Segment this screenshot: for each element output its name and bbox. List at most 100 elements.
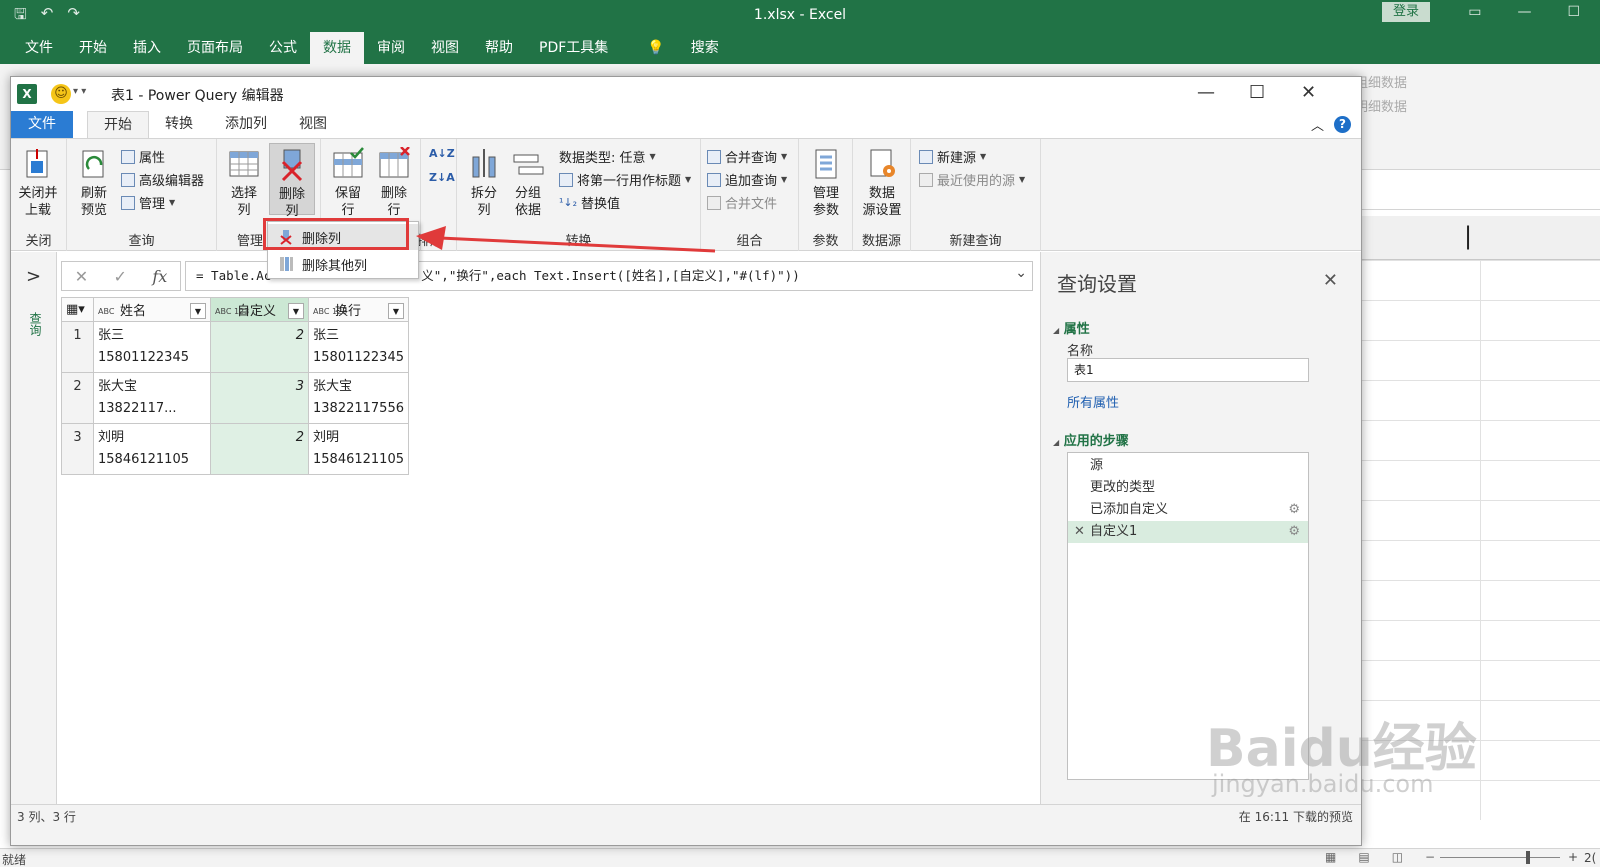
list-item[interactable]: ✕ 自定义1 ⚙ xyxy=(1068,521,1308,543)
all-properties-link[interactable]: 所有属性 xyxy=(1067,392,1119,411)
choose-columns-button[interactable]: 选择 列 xyxy=(221,147,267,219)
close-settings-icon[interactable]: ✕ xyxy=(1323,270,1338,291)
remove-columns-button[interactable]: 删除 列 xyxy=(269,143,315,219)
refresh-preview-button[interactable]: 刷新 预览 xyxy=(71,147,117,219)
normal-view-icon[interactable]: ▦ xyxy=(1325,850,1336,864)
sort-descending-icon[interactable]: Z↓A xyxy=(429,171,455,184)
help-icon[interactable]: ? xyxy=(1334,116,1351,133)
zoom-out-icon[interactable]: − xyxy=(1425,850,1435,864)
restore-icon[interactable]: ☐ xyxy=(1567,4,1580,20)
status-ready: 就绪 xyxy=(2,853,27,867)
tab-file[interactable]: 文件 xyxy=(11,111,73,139)
pq-minimize-icon[interactable]: — xyxy=(1197,82,1215,103)
page-break-icon[interactable]: ◫ xyxy=(1392,850,1403,864)
column-header[interactable]: ABC 姓名 ▼ xyxy=(93,297,211,322)
table-row[interactable]: 2 张大宝13822117... 3 张大宝 13822117556 xyxy=(61,372,409,424)
manage-query-button[interactable]: 管理 ▼ xyxy=(121,193,175,212)
pq-close-icon[interactable]: ✕ xyxy=(1301,82,1316,103)
use-first-row-headers-button[interactable]: 将第一行用作标题 ▼ xyxy=(559,170,691,189)
group-by-button[interactable]: 分组 依据 xyxy=(505,147,551,219)
merge-queries-button[interactable]: 合并查询 ▼ xyxy=(707,147,787,166)
excel-menu-help[interactable]: 帮助 xyxy=(472,32,526,64)
filter-dropdown-icon[interactable]: ▼ xyxy=(190,303,206,319)
delete-step-icon[interactable]: ✕ xyxy=(1074,521,1085,543)
data-source-gear-icon xyxy=(865,147,899,181)
zoom-in-icon[interactable]: + xyxy=(1568,850,1578,864)
menu-item-remove-other-columns[interactable]: 删除其他列 xyxy=(268,251,418,277)
lightbulb-icon: 💡 xyxy=(647,40,665,56)
append-queries-button[interactable]: 追加查询 ▼ xyxy=(707,170,787,189)
excel-menu-pdf[interactable]: PDF工具集 xyxy=(526,32,621,64)
query-name-input[interactable]: 表1 xyxy=(1067,358,1309,382)
filter-dropdown-icon[interactable]: ▼ xyxy=(387,303,404,319)
tab-home[interactable]: 开始 xyxy=(87,111,149,139)
excel-menu-insert[interactable]: 插入 xyxy=(120,32,174,64)
list-item[interactable]: 已添加自定义 ⚙ xyxy=(1068,499,1308,521)
excel-menu-layout[interactable]: 页面布局 xyxy=(174,32,256,64)
zoom-level: 2( xyxy=(1584,851,1597,865)
gear-icon[interactable]: ⚙ xyxy=(1288,499,1300,521)
applied-steps-section[interactable]: ◢ 应用的步骤 xyxy=(1053,430,1129,449)
tab-add-column[interactable]: 添加列 xyxy=(209,111,283,139)
minimize-icon[interactable]: — xyxy=(1517,4,1531,20)
choose-columns-icon xyxy=(227,147,261,181)
excel-menu-view[interactable]: 视图 xyxy=(418,32,472,64)
excel-menu-search[interactable]: 💡 搜索 xyxy=(621,32,744,64)
list-item[interactable]: 更改的类型 xyxy=(1068,477,1308,499)
replace-values-button[interactable]: ¹↓₂ 替换值 xyxy=(559,193,620,212)
remove-columns-icon xyxy=(275,148,309,182)
tab-transform[interactable]: 转换 xyxy=(149,111,209,139)
gear-icon[interactable]: ⚙ xyxy=(1288,521,1300,543)
list-item[interactable]: 源 xyxy=(1068,455,1308,477)
cancel-formula-icon[interactable]: ✕ xyxy=(75,267,88,286)
excel-doc-title: 1.xlsx - Excel xyxy=(753,7,847,23)
excel-menu-bar: 文件 开始 插入 页面布局 公式 数据 审阅 视图 帮助 PDF工具集 💡 搜索 xyxy=(0,32,1600,64)
remove-rows-button[interactable]: 删除 行 xyxy=(371,146,417,219)
advanced-editor-button[interactable]: 高级编辑器 xyxy=(121,170,204,189)
confirm-formula-icon[interactable]: ✓ xyxy=(114,267,127,286)
table-row[interactable]: 1 张三15801122345 2 张三 15801122345 xyxy=(61,321,409,373)
properties-button[interactable]: 属性 xyxy=(121,147,165,166)
excel-menu-home[interactable]: 开始 xyxy=(66,32,120,64)
collapse-triangle-icon: ◢ xyxy=(1053,438,1060,447)
properties-section[interactable]: ◢ 属性 xyxy=(1053,318,1090,337)
column-header[interactable]: ABC 123换行 ▼ xyxy=(308,297,409,322)
sort-ascending-icon[interactable]: A↓Z xyxy=(429,147,455,160)
table-menu-icon[interactable]: ▦▾ xyxy=(61,297,94,322)
smiley-feedback-icon[interactable]: ☺ xyxy=(51,84,71,104)
data-source-settings-button[interactable]: 数据 源设置 xyxy=(859,147,905,219)
expand-formula-icon[interactable]: ⌄ xyxy=(1015,265,1027,281)
keep-rows-button[interactable]: 保留 行 xyxy=(325,147,371,219)
manage-parameters-button[interactable]: 管理 参数 xyxy=(803,147,849,219)
excel-menu-formulas[interactable]: 公式 xyxy=(256,32,310,64)
expand-queries-icon[interactable]: > xyxy=(26,266,41,287)
group-new-query: 新建源 ▼ 最近使用的源 ▼ 新建查询 xyxy=(911,139,1041,251)
tab-view[interactable]: 视图 xyxy=(283,111,343,139)
close-and-load-button[interactable]: 关闭并 上载 xyxy=(15,147,61,219)
excel-formula-bar[interactable] xyxy=(1360,180,1600,210)
combine-files-button[interactable]: 合并文件 xyxy=(707,193,777,212)
excel-menu-review[interactable]: 审阅 xyxy=(364,32,418,64)
recent-sources-button[interactable]: 最近使用的源 ▼ xyxy=(919,170,1025,189)
new-source-button[interactable]: 新建源 ▼ xyxy=(919,147,986,166)
column-header[interactable]: ABC 123自定义 ▼ xyxy=(210,297,309,322)
zoom-slider[interactable] xyxy=(1440,857,1560,858)
ribbon-display-icon[interactable]: ▭ xyxy=(1468,4,1481,20)
chevron-down-icon: ▼ xyxy=(649,152,656,161)
qat-dropdown-icon[interactable]: ▾ ▾ xyxy=(73,86,86,97)
excel-menu-data[interactable]: 数据 xyxy=(310,32,364,64)
filter-dropdown-icon[interactable]: ▼ xyxy=(288,303,304,319)
page-layout-icon[interactable]: ▤ xyxy=(1358,850,1369,864)
login-button[interactable]: 登录 xyxy=(1382,2,1430,22)
watermark-url: jingyan.baidu.com xyxy=(1212,770,1434,798)
fx-icon[interactable]: fx xyxy=(152,267,167,286)
split-column-button[interactable]: 拆分 列 xyxy=(461,147,507,219)
table-row[interactable]: 3 刘明15846121105 2 刘明 15846121105 xyxy=(61,423,409,475)
excel-menu-file[interactable]: 文件 xyxy=(12,32,66,64)
append-icon xyxy=(707,172,721,187)
data-type-dropdown[interactable]: 数据类型: 任意 ▼ xyxy=(559,147,656,166)
pq-maximize-icon[interactable]: ☐ xyxy=(1249,82,1265,103)
zoom-slider-thumb[interactable] xyxy=(1526,851,1530,864)
queries-pane-label[interactable]: 查询 xyxy=(27,312,44,336)
collapse-ribbon-icon[interactable]: ︿ xyxy=(1311,115,1324,134)
